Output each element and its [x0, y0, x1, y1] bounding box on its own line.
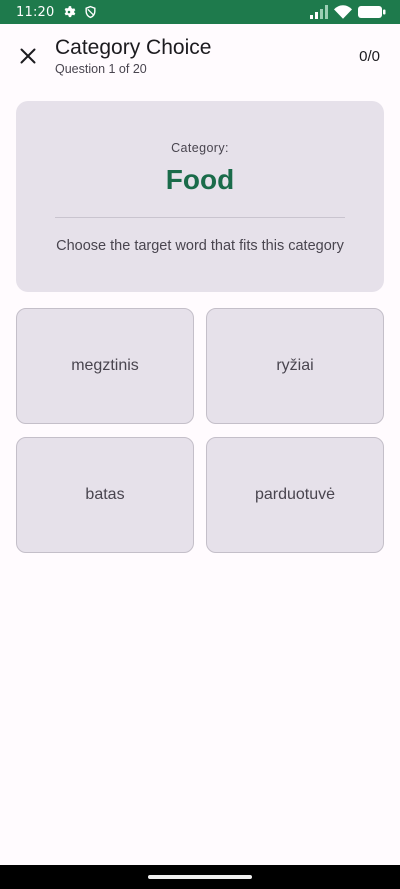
system-nav-bar — [0, 865, 400, 889]
status-time: 11:20 — [16, 4, 55, 20]
wifi-icon — [334, 5, 352, 19]
title-block: Category Choice Question 1 of 20 — [55, 36, 211, 77]
question-progress: Question 1 of 20 — [55, 61, 147, 76]
answer-option-button[interactable]: megztinis — [16, 308, 194, 424]
shield-icon — [84, 5, 97, 19]
category-card: Category: Food Choose the target word th… — [16, 101, 384, 292]
score-counter: 0/0 — [359, 47, 380, 65]
answer-option-button[interactable]: ryžiai — [206, 308, 384, 424]
settings-icon — [62, 5, 76, 19]
close-button[interactable] — [0, 28, 56, 84]
app-bar: Category Choice Question 1 of 20 0/0 — [0, 24, 400, 88]
close-icon — [20, 48, 36, 64]
home-indicator[interactable] — [148, 875, 252, 879]
category-label: Category: — [171, 141, 229, 155]
page-title: Category Choice — [55, 35, 212, 59]
divider — [55, 217, 345, 218]
status-bar: 11:20 — [0, 0, 400, 24]
battery-icon — [358, 5, 386, 19]
category-name: Food — [165, 164, 235, 195]
answer-option-button[interactable]: parduotuvė — [206, 437, 384, 553]
instruction-text: Choose the target word that fits this ca… — [56, 238, 344, 254]
answer-option-button[interactable]: batas — [16, 437, 194, 553]
signal-icon — [310, 5, 328, 19]
